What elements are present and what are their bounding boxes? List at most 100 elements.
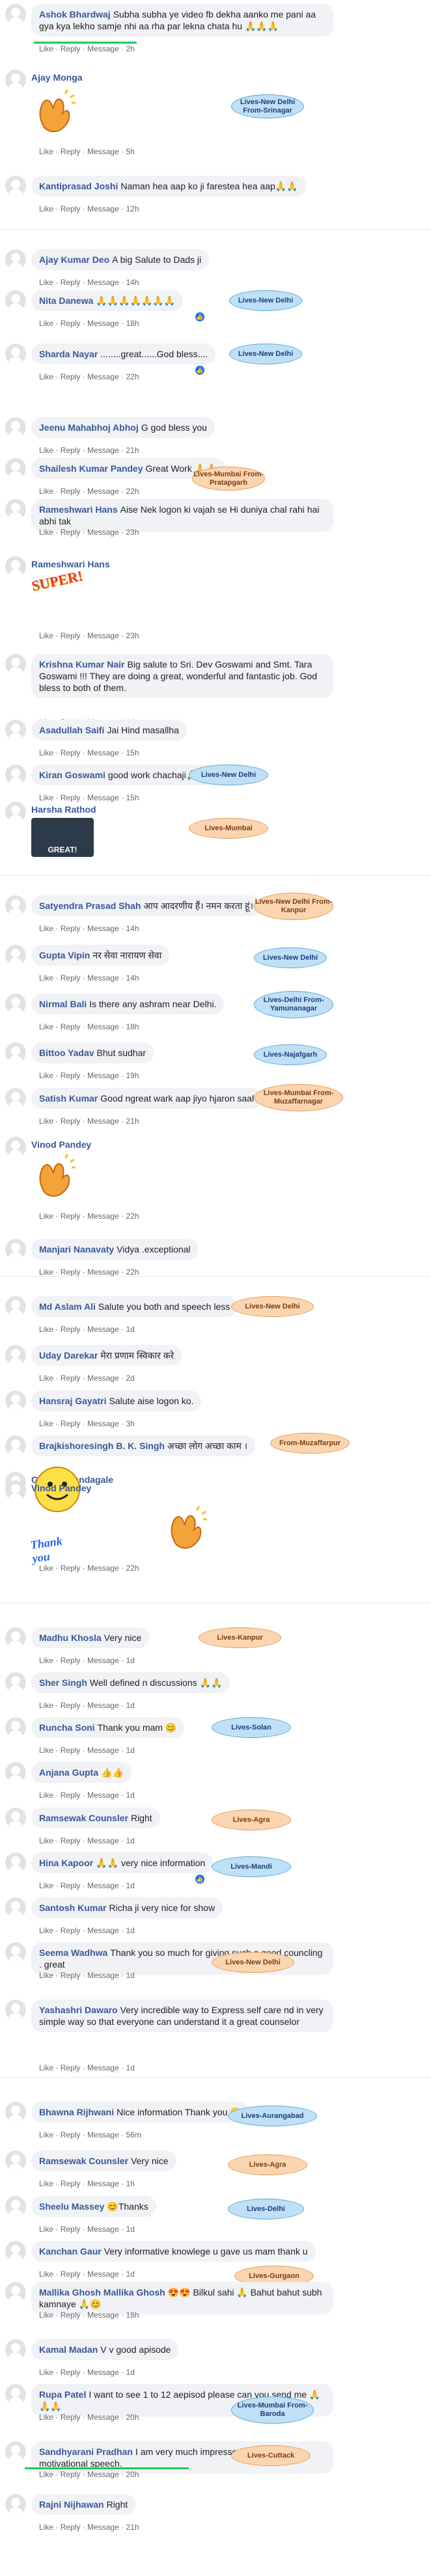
avatar[interactable] [5,176,26,197]
commenter-name[interactable]: Kanchan Gaur [39,2246,102,2257]
commenter-name[interactable]: Rupa Patel [39,2389,86,2400]
commenter-name[interactable]: Sharda Nayar [39,349,98,359]
commenter-name[interactable]: Nirmal Bali [39,999,87,1009]
like-link[interactable]: Like [39,2413,53,2422]
message-link[interactable]: Message [87,1746,119,1755]
avatar[interactable] [5,895,26,916]
commenter-name[interactable]: Ajay Kumar Deo [39,254,109,265]
commenter-name[interactable]: Ramsewak Counsler [39,2156,128,2166]
message-link[interactable]: Message [87,1374,119,1383]
avatar[interactable] [5,458,26,479]
avatar[interactable] [5,802,26,822]
reply-link[interactable]: Reply [61,1071,81,1080]
commenter-name[interactable]: Rameshwari Hans [39,504,118,515]
like-link[interactable]: Like [39,973,53,983]
avatar[interactable] [5,2000,26,2020]
avatar[interactable] [5,2241,26,2262]
reply-link[interactable]: Reply [61,2179,81,2188]
message-link[interactable]: Message [87,204,119,213]
commenter-name[interactable]: Manjari Nanavaty [39,1244,114,1254]
reply-link[interactable]: Reply [61,1746,81,1755]
commenter-name[interactable]: Ramsewak Counsler [39,1813,128,1823]
message-link[interactable]: Message [87,528,119,537]
commenter-name[interactable]: Ashok Bhardwaj [39,9,111,20]
like-link[interactable]: Like [39,204,53,213]
like-link[interactable]: Like [39,1268,53,1277]
message-link[interactable]: Message [87,2179,119,2188]
reply-link[interactable]: Reply [61,372,81,381]
commenter-name[interactable]: Shailesh Kumar Pandey [39,463,143,474]
reply-link[interactable]: Reply [61,1117,81,1126]
avatar[interactable] [5,2196,26,2217]
message-link[interactable]: Message [87,446,119,455]
like-link[interactable]: Like [39,44,53,53]
reply-link[interactable]: Reply [61,1325,81,1334]
reply-link[interactable]: Reply [61,1971,81,1980]
avatar[interactable] [5,70,26,90]
like-link[interactable]: Like [39,924,53,933]
commenter-name[interactable]: Sandhyarani Pradhan [39,2447,133,2457]
like-link[interactable]: Like [39,1656,53,1665]
like-link[interactable]: Like [39,748,53,757]
message-link[interactable]: Message [87,1564,119,1573]
like-link[interactable]: Like [39,372,53,381]
avatar[interactable] [5,344,26,364]
reply-link[interactable]: Reply [61,1656,81,1665]
message-link[interactable]: Message [87,1325,119,1334]
reply-link[interactable]: Reply [61,204,81,213]
like-link[interactable]: Like [39,1071,53,1080]
reply-link[interactable]: Reply [61,748,81,757]
like-link[interactable]: Like [39,1022,53,1031]
commenter-name[interactable]: Md Aslam Ali [39,1301,96,1312]
reply-link[interactable]: Reply [61,278,81,287]
commenter-name[interactable]: Jeenu Mahabhoj Abhoj [39,422,139,433]
commenter-name[interactable]: Hina Kapoor [39,1858,93,1868]
like-link[interactable]: Like [39,1881,53,1890]
message-link[interactable]: Message [87,1022,119,1031]
message-link[interactable]: Message [87,1881,119,1890]
like-link[interactable]: Like [39,1971,53,1980]
avatar[interactable] [5,1897,26,1918]
reply-link[interactable]: Reply [61,973,81,983]
commenter-name[interactable]: Yashashri Dawaro [39,2005,118,2015]
like-link[interactable]: Like [39,487,53,496]
avatar[interactable] [5,1345,26,1366]
reply-link[interactable]: Reply [61,2413,81,2422]
commenter-name[interactable]: Ajay Monga [31,72,83,83]
reply-link[interactable]: Reply [61,2063,81,2072]
message-link[interactable]: Message [87,1268,119,1277]
reply-link[interactable]: Reply [61,793,81,802]
commenter-name[interactable]: Satyendra Prasad Shah [39,901,141,911]
like-link[interactable]: Like [39,1701,53,1710]
commenter-name[interactable]: Kamal Madan [39,2344,98,2355]
like-link[interactable]: Like [39,1836,53,1845]
avatar[interactable] [5,1627,26,1648]
reply-link[interactable]: Reply [61,147,81,156]
reply-link[interactable]: Reply [61,446,81,455]
avatar[interactable] [5,1137,26,1158]
commenter-name[interactable]: Anjana Gupta [39,1767,98,1778]
message-link[interactable]: Message [87,1701,119,1710]
like-link[interactable]: Like [39,2523,53,2532]
avatar[interactable] [5,1808,26,1828]
commenter-name[interactable]: Madhu Khosla [39,1633,102,1643]
message-link[interactable]: Message [87,487,119,496]
commenter-name[interactable]: Hansraj Gayatri [39,1396,107,1406]
commenter-name[interactable]: Asadullah Saifi [39,725,104,735]
like-link[interactable]: Like [39,1926,53,1935]
like-link[interactable]: Like [39,2063,53,2072]
like-link[interactable]: Like [39,2270,53,2279]
commenter-name[interactable]: Kantiprasad Joshi [39,181,118,191]
like-link[interactable]: Like [39,1746,53,1755]
message-link[interactable]: Message [87,2225,119,2234]
avatar[interactable] [5,4,26,25]
commenter-name[interactable]: Bhawna Rijhwani [39,2107,114,2117]
avatar[interactable] [5,2441,26,2462]
commenter-name[interactable]: Rajni Nijhawan [39,2499,104,2510]
commenter-name[interactable]: Seema Wadhwa [39,1947,107,1958]
reply-link[interactable]: Reply [61,2270,81,2279]
avatar[interactable] [5,1239,26,1260]
avatar[interactable] [5,2150,26,2171]
message-link[interactable]: Message [87,1836,119,1845]
message-link[interactable]: Message [87,1212,119,1221]
